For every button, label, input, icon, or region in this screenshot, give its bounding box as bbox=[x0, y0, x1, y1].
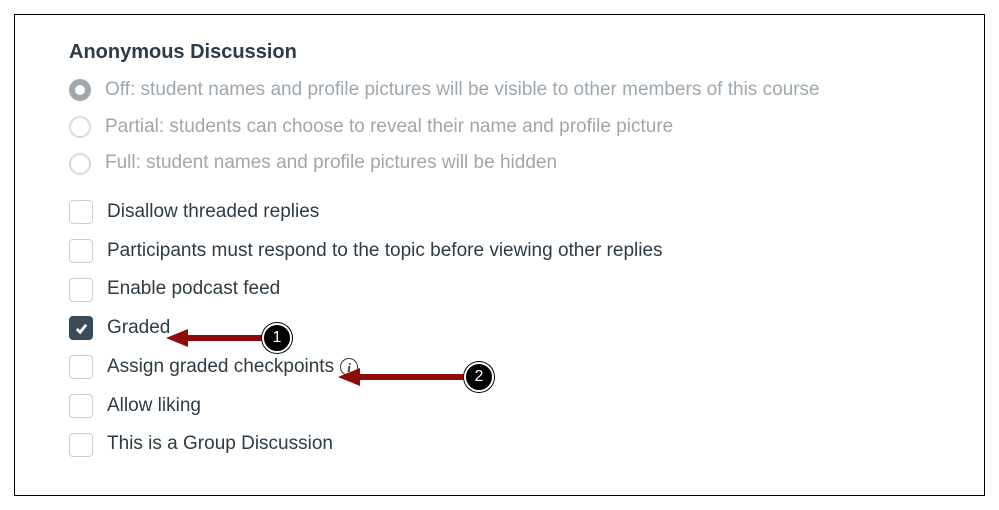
check-icon bbox=[74, 321, 89, 336]
checkbox-unchecked-icon bbox=[69, 278, 93, 302]
settings-panel: Anonymous Discussion Off: student names … bbox=[14, 14, 985, 496]
radio-option-partial[interactable]: Partial: students can choose to reveal t… bbox=[69, 115, 948, 140]
checkbox-graded[interactable]: Graded bbox=[69, 316, 948, 341]
checkbox-label: Disallow threaded replies bbox=[107, 200, 319, 225]
checkbox-must-respond[interactable]: Participants must respond to the topic b… bbox=[69, 239, 948, 264]
checkbox-allow-liking[interactable]: Allow liking bbox=[69, 394, 948, 419]
discussion-options-group: Disallow threaded replies Participants m… bbox=[69, 200, 948, 457]
checkbox-unchecked-icon bbox=[69, 433, 93, 457]
checkbox-label-text: Assign graded checkpoints bbox=[107, 355, 334, 380]
checkbox-label: Assign graded checkpoints i bbox=[107, 355, 358, 380]
anonymous-radio-group: Off: student names and profile pictures … bbox=[69, 78, 948, 176]
checkbox-checked-icon bbox=[69, 316, 93, 340]
checkbox-label: Enable podcast feed bbox=[107, 277, 280, 302]
checkbox-unchecked-icon bbox=[69, 239, 93, 263]
radio-label: Off: student names and profile pictures … bbox=[105, 78, 820, 103]
radio-option-off[interactable]: Off: student names and profile pictures … bbox=[69, 78, 948, 103]
checkbox-group-discussion[interactable]: This is a Group Discussion bbox=[69, 432, 948, 457]
checkbox-disallow-threaded[interactable]: Disallow threaded replies bbox=[69, 200, 948, 225]
radio-option-full[interactable]: Full: student names and profile pictures… bbox=[69, 151, 948, 176]
checkbox-label: This is a Group Discussion bbox=[107, 432, 333, 457]
radio-label: Partial: students can choose to reveal t… bbox=[105, 115, 673, 140]
checkbox-label: Participants must respond to the topic b… bbox=[107, 239, 663, 264]
checkbox-label: Graded bbox=[107, 316, 170, 341]
checkbox-assign-checkpoints[interactable]: Assign graded checkpoints i bbox=[69, 355, 948, 380]
checkbox-label: Allow liking bbox=[107, 394, 201, 419]
checkbox-unchecked-icon bbox=[69, 355, 93, 379]
info-icon[interactable]: i bbox=[340, 358, 358, 376]
screenshot-frame: { "section_title": "Anonymous Discussion… bbox=[0, 0, 999, 510]
radio-unselected-icon bbox=[69, 116, 91, 138]
radio-selected-icon bbox=[69, 79, 91, 101]
radio-label: Full: student names and profile pictures… bbox=[105, 151, 557, 176]
checkbox-unchecked-icon bbox=[69, 394, 93, 418]
radio-unselected-icon bbox=[69, 153, 91, 175]
checkbox-podcast[interactable]: Enable podcast feed bbox=[69, 277, 948, 302]
anonymous-discussion-heading: Anonymous Discussion bbox=[69, 41, 948, 64]
checkbox-unchecked-icon bbox=[69, 200, 93, 224]
